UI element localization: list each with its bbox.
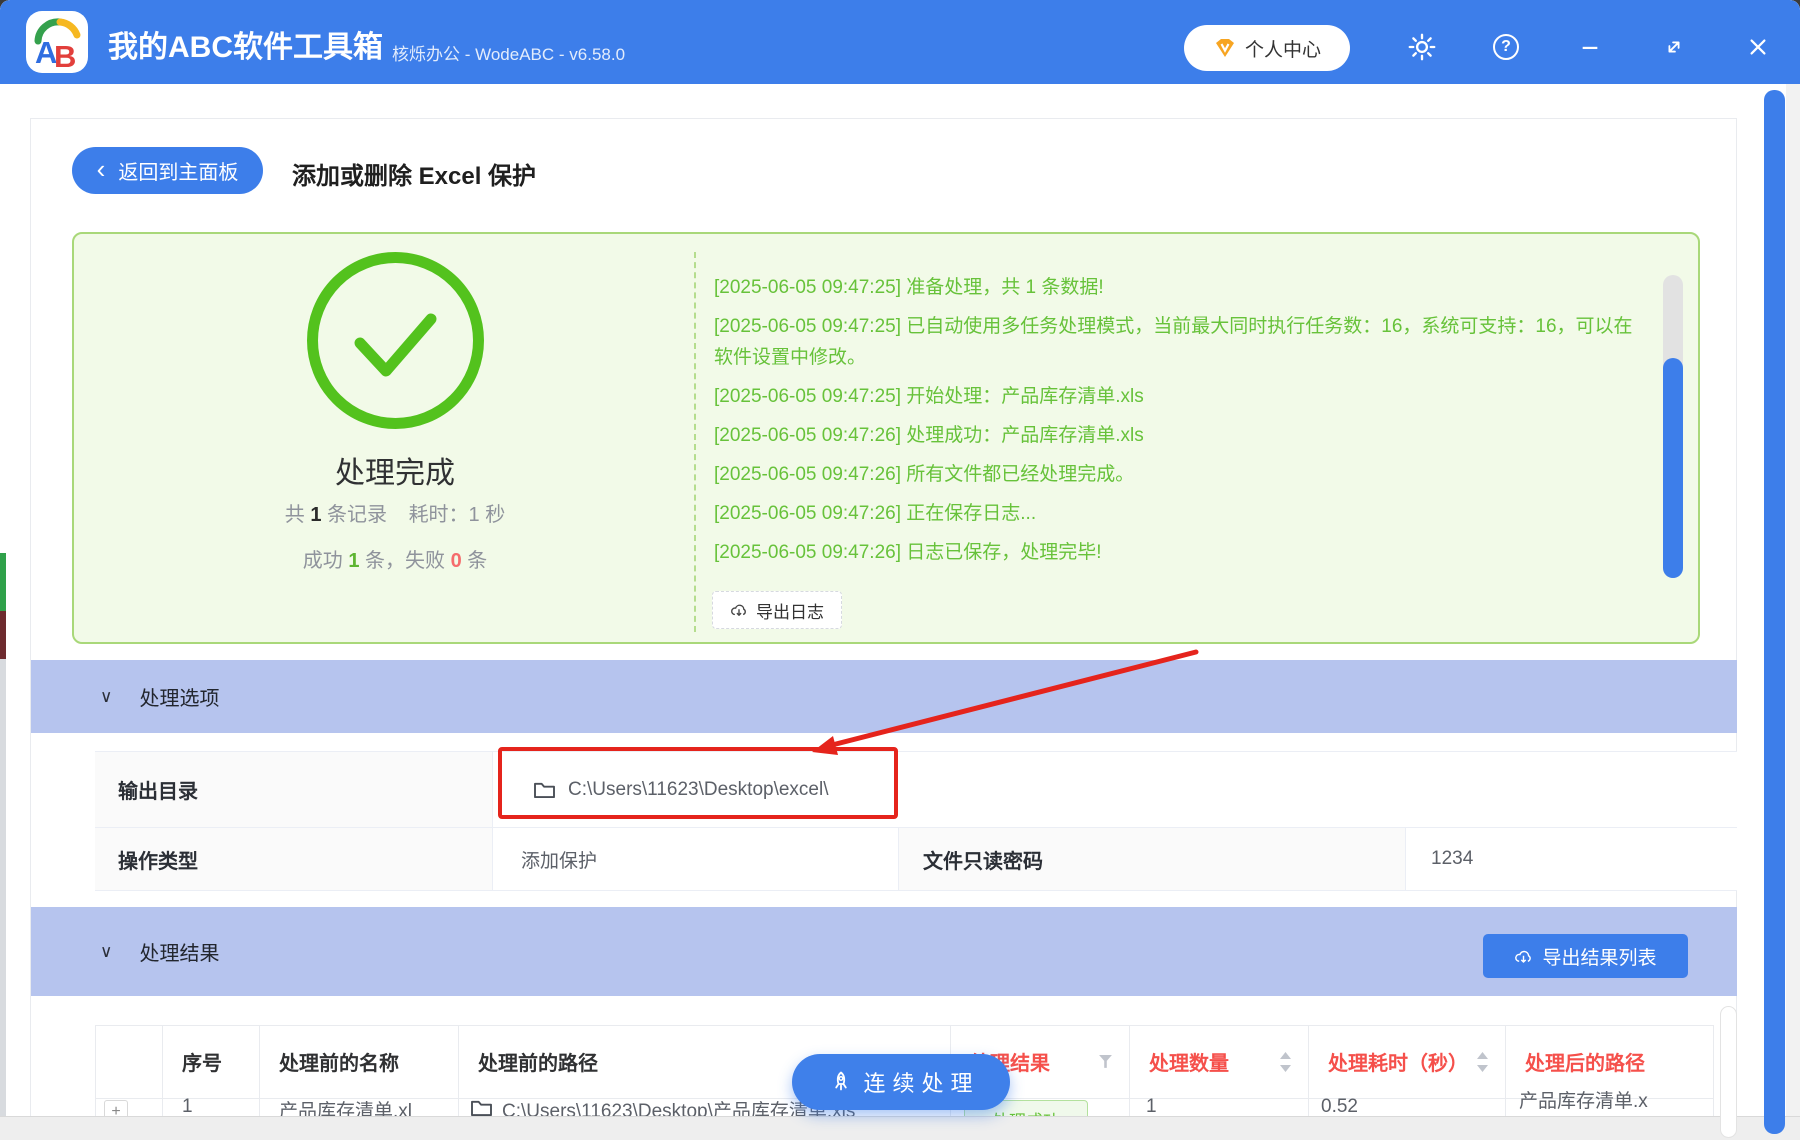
panel-scrollbar-thumb[interactable] bbox=[1663, 358, 1683, 578]
col-header-elapsed[interactable]: 处理耗时（秒） bbox=[1308, 1025, 1505, 1098]
section-header-results[interactable]: ∨ 处理结果 bbox=[31, 907, 1737, 996]
question-mark: ? bbox=[1493, 34, 1519, 60]
log-line: [2025-06-05 09:47:25] 准备处理，共 1 条数据! bbox=[714, 277, 1104, 298]
vip-gem-icon bbox=[1215, 39, 1234, 57]
back-to-dashboard-button[interactable]: ‹ 返回到主面板 bbox=[72, 147, 263, 194]
cell-count: 1 bbox=[1146, 1096, 1157, 1117]
help-icon[interactable]: ? bbox=[1486, 27, 1526, 67]
maximize-button[interactable] bbox=[1654, 27, 1694, 67]
log-line: [2025-06-05 09:47:26] 正在保存日志... bbox=[714, 503, 1037, 524]
background-window-sliver bbox=[0, 553, 6, 611]
cell-path-after: 产品库存清单.x bbox=[1519, 1091, 1648, 1112]
options-section-title: 处理选项 bbox=[139, 688, 220, 710]
app-subtitle: 核烁办公 - WodeABC - v6.58.0 bbox=[392, 45, 626, 64]
window-bottom-edge bbox=[0, 1116, 1800, 1140]
log-line: [2025-06-05 09:47:25] 已自动使用多任务处理模式，当前最大同… bbox=[714, 316, 1633, 368]
sort-arrows-icon[interactable] bbox=[1279, 1051, 1292, 1073]
sort-arrows-icon[interactable] bbox=[1476, 1051, 1489, 1073]
log-line: [2025-06-05 09:47:25] 开始处理：产品库存清单.xls bbox=[714, 386, 1144, 407]
app-logo-icon: A B bbox=[26, 11, 88, 74]
password-label: 文件只读密码 bbox=[898, 827, 1405, 891]
divider-line bbox=[95, 1025, 96, 1116]
back-chevron-icon: ‹ bbox=[96, 153, 106, 184]
filter-funnel-icon[interactable] bbox=[1098, 1054, 1113, 1069]
annotation-arrow bbox=[812, 649, 1199, 755]
password-value: 1234 bbox=[1431, 848, 1474, 869]
page-scrollbar[interactable] bbox=[1764, 90, 1785, 1134]
page-title: 添加或删除 Excel 保护 bbox=[292, 163, 537, 190]
divider-line bbox=[1713, 1025, 1714, 1116]
log-line: [2025-06-05 09:47:26] 日志已保存，处理完毕! bbox=[714, 542, 1102, 563]
success-check-icon bbox=[307, 252, 484, 429]
rocket-icon bbox=[835, 1071, 848, 1091]
col-header-name-before: 处理前的名称 bbox=[279, 1053, 399, 1075]
operation-type-field[interactable]: 添加保护 bbox=[492, 827, 898, 891]
summary-success-fail: 成功 1 条，失败 0 条 bbox=[302, 550, 488, 572]
minimize-button[interactable] bbox=[1570, 27, 1610, 67]
divider-line bbox=[31, 118, 1737, 119]
window-right-edge bbox=[1786, 84, 1800, 1140]
operation-type-value: 添加保护 bbox=[521, 850, 598, 872]
user-center-button[interactable]: 个人中心 bbox=[1184, 25, 1350, 71]
user-center-label: 个人中心 bbox=[1244, 39, 1321, 61]
cell-index: 1 bbox=[182, 1096, 193, 1117]
continue-processing-label: 连续处理 bbox=[863, 1071, 980, 1096]
app-window: A B 我的ABC软件工具箱 核烁办公 - WodeABC - v6.58.0 … bbox=[0, 0, 1800, 1140]
cloud-download-icon bbox=[1515, 950, 1532, 963]
log-line: [2025-06-05 09:47:26] 所有文件都已经处理完成。 bbox=[714, 464, 1135, 485]
app-title: 我的ABC软件工具箱 bbox=[108, 31, 383, 64]
cell-elapsed: 0.52 bbox=[1321, 1096, 1358, 1117]
chevron-down-icon: ∨ bbox=[100, 941, 113, 961]
col-header-index: 序号 bbox=[182, 1053, 222, 1075]
password-field[interactable]: 1234 bbox=[1405, 827, 1737, 891]
table-scrollbar-thumb[interactable] bbox=[1720, 1006, 1737, 1138]
export-log-button[interactable]: 导出日志 bbox=[712, 591, 842, 629]
close-button[interactable] bbox=[1738, 27, 1778, 67]
background-window-sliver bbox=[0, 659, 6, 1116]
continue-processing-button[interactable]: 连续处理 bbox=[792, 1054, 1010, 1110]
log-list: [2025-06-05 09:47:25] 准备处理，共 1 条数据! [202… bbox=[714, 272, 1646, 576]
background-window-sliver bbox=[0, 611, 6, 659]
log-line: [2025-06-05 09:47:26] 处理成功：产品库存清单.xls bbox=[714, 425, 1144, 446]
divider-line bbox=[694, 252, 696, 632]
logo-letter-b: B bbox=[54, 39, 77, 74]
export-log-label: 导出日志 bbox=[756, 602, 824, 622]
cloud-download-icon bbox=[731, 604, 746, 616]
chevron-down-icon: ∨ bbox=[100, 686, 113, 706]
export-result-list-label: 导出结果列表 bbox=[1542, 947, 1657, 969]
titlebar: A B 我的ABC软件工具箱 核烁办公 - WodeABC - v6.58.0 … bbox=[0, 0, 1800, 84]
results-section-title: 处理结果 bbox=[139, 943, 220, 965]
status-title: 处理完成 bbox=[335, 457, 455, 490]
back-label: 返回到主面板 bbox=[118, 162, 239, 184]
operation-type-label: 操作类型 bbox=[95, 827, 492, 891]
output-dir-label: 输出目录 bbox=[95, 751, 492, 827]
folder-icon bbox=[471, 1100, 492, 1117]
settings-gear-icon[interactable] bbox=[1402, 27, 1442, 67]
summary-totals: 共 1 条记录 耗时：1 秒 bbox=[284, 504, 506, 526]
col-header-count[interactable]: 处理数量 bbox=[1129, 1025, 1308, 1098]
export-result-list-button[interactable]: 导出结果列表 bbox=[1483, 934, 1688, 978]
